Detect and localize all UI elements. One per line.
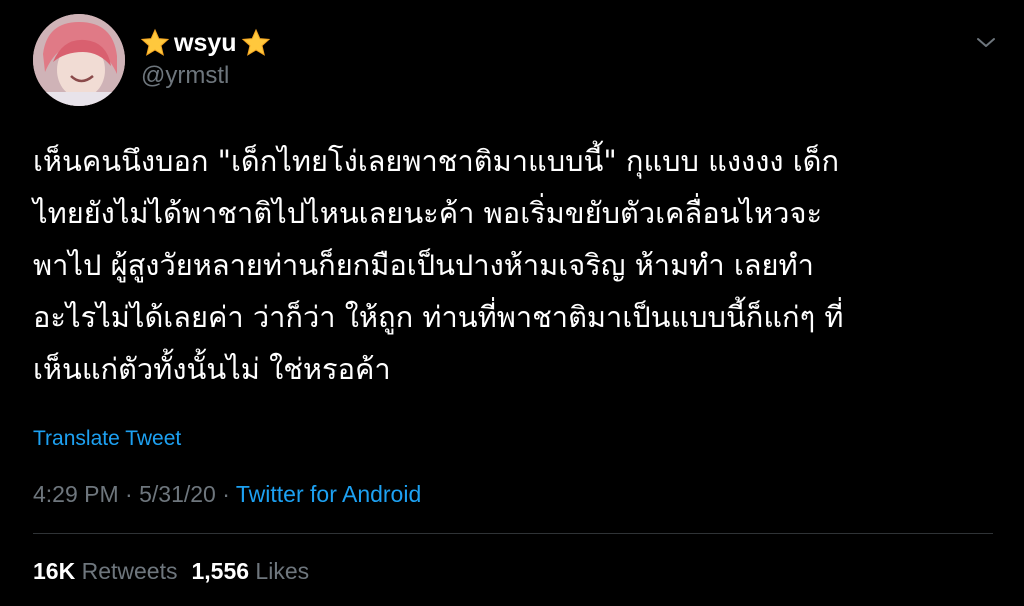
display-name: wsyu: [174, 29, 237, 57]
tweet-text-line: พาไป ผู้สูงวัยหลายท่านก็ยกมือเป็นปางห้าม…: [33, 248, 814, 282]
star-emoji-icon: [140, 28, 170, 58]
likes-stat[interactable]: 1,556 Likes: [191, 558, 309, 584]
chevron-down-icon[interactable]: [975, 35, 997, 51]
tweet-date[interactable]: 5/31/20: [139, 481, 216, 507]
tweet-stats: 16K Retweets 1,556 Likes: [33, 557, 309, 585]
author-handle[interactable]: @yrmstl: [141, 62, 229, 90]
tweet-text: เห็นคนนึงบอก "เด็กไทยโง่เลยพาชาติมาแบบนี…: [33, 135, 993, 395]
meta-separator: ·: [215, 481, 236, 507]
tweet-detail: wsyu @yrmstl เห็นคนนึงบอก "เด็กไทยโง่เลย…: [0, 0, 1024, 606]
tweet-text-line: เห็นคนนึงบอก "เด็กไทยโง่เลยพาชาติมาแบบนี…: [33, 144, 840, 178]
divider: [33, 533, 993, 534]
retweets-label: Retweets: [81, 558, 178, 584]
retweets-stat[interactable]: 16K Retweets: [33, 558, 177, 584]
likes-count: 1,556: [191, 558, 250, 584]
meta-separator: ·: [118, 481, 140, 507]
translate-tweet-link[interactable]: Translate Tweet: [33, 426, 181, 452]
tweet-time[interactable]: 4:29 PM: [33, 481, 119, 507]
star-emoji-icon: [241, 28, 271, 58]
likes-label: Likes: [255, 558, 310, 584]
retweets-count: 16K: [33, 558, 76, 584]
tweet-text-line: อะไรไม่ได้เลยค่า ว่าก็ว่า ให้ถูก ท่านที่…: [33, 300, 844, 334]
tweet-text-line: ไทยยังไม่ได้พาชาติไปไหนเลยนะค้า พอเริ่มข…: [33, 196, 823, 230]
profile-photo-icon: [33, 14, 125, 106]
author-name-row[interactable]: wsyu: [140, 28, 271, 58]
avatar[interactable]: [33, 14, 125, 106]
tweet-meta: 4:29 PM · 5/31/20 · Twitter for Android: [33, 480, 421, 508]
tweet-client-link[interactable]: Twitter for Android: [236, 481, 421, 507]
tweet-text-line: เห็นแก่ตัวทั้งนั้นไม่ ใช่หรอค้า: [33, 352, 391, 386]
